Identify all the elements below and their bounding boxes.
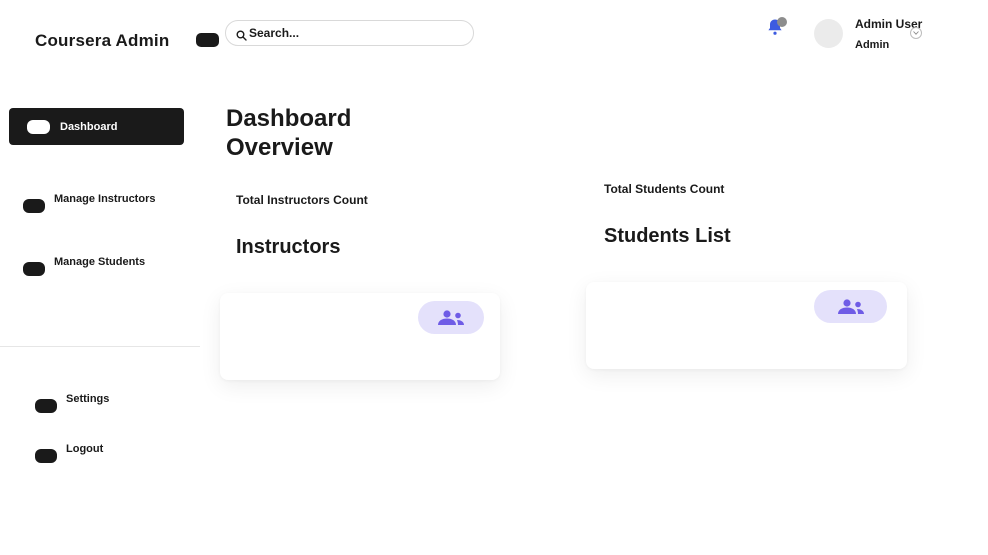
sidebar-item-label: Manage Instructors bbox=[54, 193, 156, 205]
page-title: Dashboard Overview bbox=[226, 105, 352, 161]
app-logo[interactable]: Coursera Admin bbox=[35, 31, 169, 51]
sidebar-item-logout[interactable]: Logout bbox=[35, 442, 103, 463]
settings-icon bbox=[35, 399, 57, 413]
sidebar-item-students[interactable]: Manage Students bbox=[23, 255, 145, 276]
search-input[interactable] bbox=[249, 26, 449, 40]
notification-dot bbox=[777, 17, 787, 27]
menu-toggle-icon[interactable] bbox=[196, 33, 219, 47]
instructors-card[interactable] bbox=[220, 293, 500, 380]
logout-icon bbox=[35, 449, 57, 463]
instructors-stat-value: Instructors bbox=[236, 236, 341, 258]
sidebar-item-label: Settings bbox=[66, 393, 110, 405]
users-icon bbox=[418, 301, 484, 334]
search-bar[interactable] bbox=[225, 20, 474, 46]
users-icon bbox=[814, 290, 887, 323]
instructors-icon bbox=[23, 199, 45, 213]
user-role: Admin bbox=[855, 39, 890, 51]
sidebar-item-dashboard[interactable]: Dashboard bbox=[9, 108, 184, 145]
sidebar-item-instructors[interactable]: Manage Instructors bbox=[23, 192, 155, 213]
instructors-stat-label: Total Instructors Count bbox=[236, 193, 368, 207]
avatar[interactable] bbox=[814, 19, 843, 48]
search-icon bbox=[236, 28, 247, 41]
students-icon bbox=[23, 262, 45, 276]
chevron-down-icon[interactable] bbox=[910, 27, 922, 39]
students-stat-label: Total Students Count bbox=[604, 182, 725, 196]
sidebar-divider bbox=[0, 346, 200, 347]
students-stat-value: Students List bbox=[604, 225, 731, 247]
sidebar-item-settings[interactable]: Settings bbox=[35, 392, 109, 413]
sidebar-item-label: Manage Students bbox=[54, 256, 146, 268]
dashboard-icon bbox=[27, 119, 50, 134]
admin-dashboard: Coursera Admin Admin User Admin Dashboar… bbox=[0, 0, 988, 555]
sidebar-item-label: Dashboard bbox=[60, 120, 118, 133]
sidebar-item-label: Logout bbox=[66, 443, 104, 455]
students-card[interactable] bbox=[586, 282, 907, 369]
